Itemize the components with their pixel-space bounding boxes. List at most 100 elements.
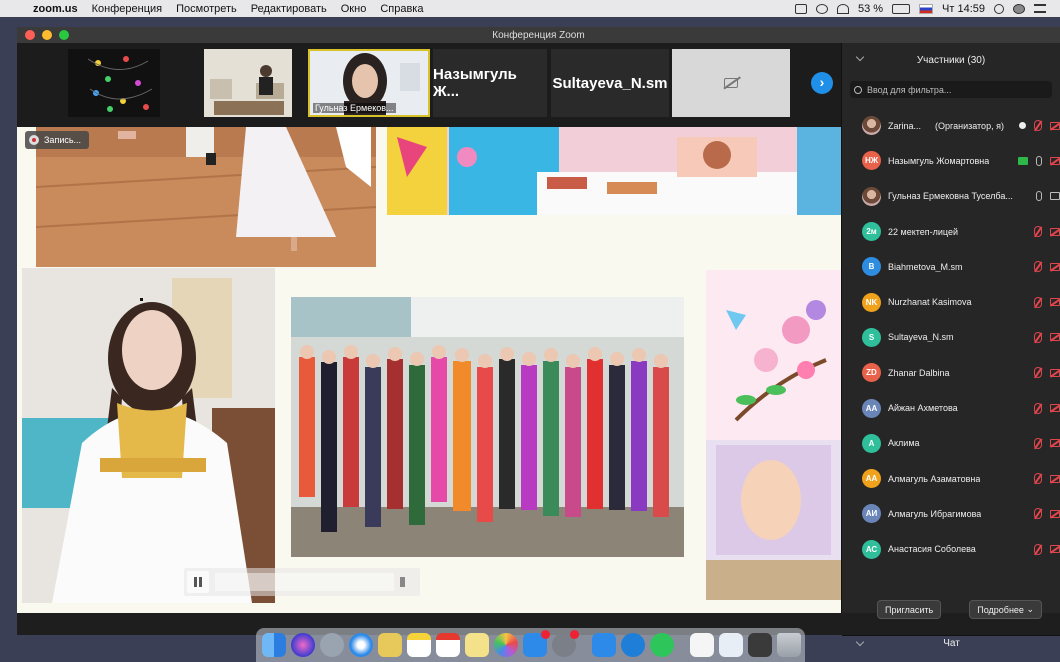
pause-icon[interactable] bbox=[187, 571, 209, 593]
preview-icon[interactable] bbox=[719, 633, 743, 657]
menu-conference[interactable]: Конференция bbox=[85, 3, 169, 15]
battery-percent[interactable]: 53 % bbox=[858, 3, 883, 15]
participant-row[interactable]: NK Nurzhanat Kasimova bbox=[842, 284, 1060, 319]
video-off-icon[interactable] bbox=[1050, 368, 1060, 377]
screenshot-folder-icon[interactable] bbox=[748, 633, 772, 657]
stickies-icon[interactable] bbox=[465, 633, 489, 657]
participant-row[interactable]: Zarina... (Организатор, я) bbox=[842, 108, 1060, 143]
user-avatar-icon[interactable] bbox=[1013, 3, 1025, 14]
recording-indicator[interactable]: Запись... bbox=[25, 131, 90, 149]
invite-button[interactable]: Пригласить bbox=[877, 600, 942, 619]
photos-icon[interactable] bbox=[494, 633, 518, 657]
wifi-icon[interactable] bbox=[836, 3, 849, 14]
participant-thumbnail[interactable]: Назымгуль Ж... bbox=[433, 49, 547, 117]
participant-status-icons bbox=[1034, 296, 1060, 308]
battery-icon[interactable] bbox=[892, 3, 911, 14]
video-player-controls bbox=[184, 568, 420, 596]
participant-row[interactable]: B Biahmetova_M.sm bbox=[842, 249, 1060, 284]
app-store-icon[interactable] bbox=[523, 630, 550, 657]
zoom-status-icon[interactable] bbox=[794, 3, 807, 14]
collapse-chevron-icon[interactable] bbox=[855, 52, 865, 62]
video-off-icon[interactable] bbox=[1050, 509, 1060, 518]
mic-muted-icon[interactable] bbox=[1034, 437, 1042, 449]
mic-muted-icon[interactable] bbox=[1034, 508, 1042, 520]
more-button[interactable]: Подробнее ⌄ bbox=[969, 600, 1042, 619]
video-off-icon[interactable] bbox=[1050, 121, 1060, 130]
participant-row[interactable]: ZD Zhanar Dalbina bbox=[842, 355, 1060, 390]
video-off-icon[interactable] bbox=[1050, 439, 1060, 448]
participant-row[interactable]: Гульназ Ермековна Туселба... bbox=[842, 179, 1060, 214]
mic-icon[interactable] bbox=[1036, 155, 1042, 166]
menu-window[interactable]: Окно bbox=[334, 3, 374, 15]
next-page-arrow-icon[interactable]: › bbox=[811, 72, 833, 94]
recording-icon bbox=[29, 135, 39, 145]
participant-row[interactable]: НЖ Назымгуль Жомартовна bbox=[842, 143, 1060, 178]
participant-thumbnail[interactable] bbox=[672, 49, 790, 117]
whatsapp-icon[interactable] bbox=[650, 633, 674, 657]
trash-icon[interactable] bbox=[777, 633, 801, 657]
presenter-video bbox=[22, 268, 275, 603]
menu-edit[interactable]: Редактировать bbox=[244, 3, 334, 15]
menu-clock[interactable]: Чт 14:59 bbox=[942, 3, 985, 15]
mic-muted-icon[interactable] bbox=[1034, 543, 1042, 555]
zoom-icon[interactable] bbox=[592, 633, 616, 657]
video-off-icon[interactable] bbox=[1050, 333, 1060, 342]
participant-row[interactable]: АИ Алмагуль Ибрагимова bbox=[842, 496, 1060, 531]
mic-muted-icon[interactable] bbox=[1034, 120, 1042, 132]
video-off-icon[interactable] bbox=[1050, 262, 1060, 271]
menu-view[interactable]: Посмотреть bbox=[169, 3, 244, 15]
video-off-icon[interactable] bbox=[1050, 404, 1060, 413]
active-speaker-thumbnail[interactable]: Гульназ Ермеков... bbox=[308, 49, 430, 117]
menu-help[interactable]: Справка bbox=[373, 3, 430, 15]
input-language-flag-icon[interactable] bbox=[919, 3, 934, 14]
mic-muted-icon[interactable] bbox=[1034, 261, 1042, 273]
participant-filter-input[interactable]: Ввод для фильтра... bbox=[850, 81, 1052, 98]
participant-thumbnail[interactable] bbox=[68, 49, 160, 117]
video-off-icon[interactable] bbox=[1050, 298, 1060, 307]
system-preferences-icon[interactable] bbox=[552, 630, 579, 657]
siri-status-icon[interactable] bbox=[815, 3, 828, 14]
video-off-icon[interactable] bbox=[1050, 545, 1060, 554]
mic-muted-icon[interactable] bbox=[1034, 473, 1042, 485]
participant-name: Анастасия Соболева bbox=[888, 544, 976, 555]
menu-app-name[interactable]: zoom.us bbox=[26, 3, 85, 15]
video-off-icon[interactable] bbox=[1050, 227, 1060, 236]
notes-icon[interactable] bbox=[407, 633, 431, 657]
participant-row[interactable]: S Sultayeva_N.sm bbox=[842, 320, 1060, 355]
macos-dock bbox=[256, 628, 805, 662]
chat-header[interactable]: Чат bbox=[842, 635, 1060, 651]
participants-panel: Участники (30) Ввод для фильтра... Zarin… bbox=[841, 43, 1060, 649]
participant-row[interactable]: A Аклима bbox=[842, 426, 1060, 461]
participants-header: Участники (30) bbox=[842, 43, 1060, 77]
mic-muted-icon[interactable] bbox=[1034, 367, 1042, 379]
collapse-chevron-icon[interactable] bbox=[855, 637, 865, 647]
search-icon[interactable] bbox=[994, 3, 1004, 14]
video-off-icon[interactable] bbox=[1050, 156, 1060, 165]
volume-icon[interactable] bbox=[400, 577, 414, 587]
participant-row[interactable]: АС Анастасия Соболева bbox=[842, 532, 1060, 567]
participant-thumbnail[interactable]: Sultayeva_N.sm bbox=[551, 49, 669, 117]
participant-row[interactable]: AA Алмагуль Азаматовна bbox=[842, 461, 1060, 496]
participant-row[interactable]: 2м 22 мектеп-лицей bbox=[842, 214, 1060, 249]
siri-icon[interactable] bbox=[291, 633, 315, 657]
participant-row[interactable]: AA Айжан Ахметова bbox=[842, 390, 1060, 425]
internet-explorer-icon[interactable] bbox=[621, 633, 645, 657]
video-seek-bar[interactable] bbox=[215, 573, 394, 591]
mic-muted-icon[interactable] bbox=[1034, 402, 1042, 414]
notes-pad-icon[interactable] bbox=[378, 633, 402, 657]
mic-muted-icon[interactable] bbox=[1034, 331, 1042, 343]
video-off-icon[interactable] bbox=[1050, 474, 1060, 483]
group-photo bbox=[291, 297, 684, 557]
mic-icon[interactable] bbox=[1036, 191, 1042, 202]
launchpad-icon[interactable] bbox=[320, 633, 344, 657]
mic-muted-icon[interactable] bbox=[1034, 226, 1042, 238]
mic-muted-icon[interactable] bbox=[1034, 296, 1042, 308]
participant-name: Sultayeva_N.sm bbox=[888, 332, 954, 343]
video-icon[interactable] bbox=[1050, 192, 1060, 201]
menu-list-icon[interactable] bbox=[1034, 4, 1046, 13]
calendar-icon[interactable] bbox=[436, 633, 460, 657]
safari-icon[interactable] bbox=[349, 633, 373, 657]
finder-icon[interactable] bbox=[262, 633, 286, 657]
document-icon[interactable] bbox=[690, 633, 714, 657]
participant-thumbnail[interactable] bbox=[204, 49, 292, 117]
